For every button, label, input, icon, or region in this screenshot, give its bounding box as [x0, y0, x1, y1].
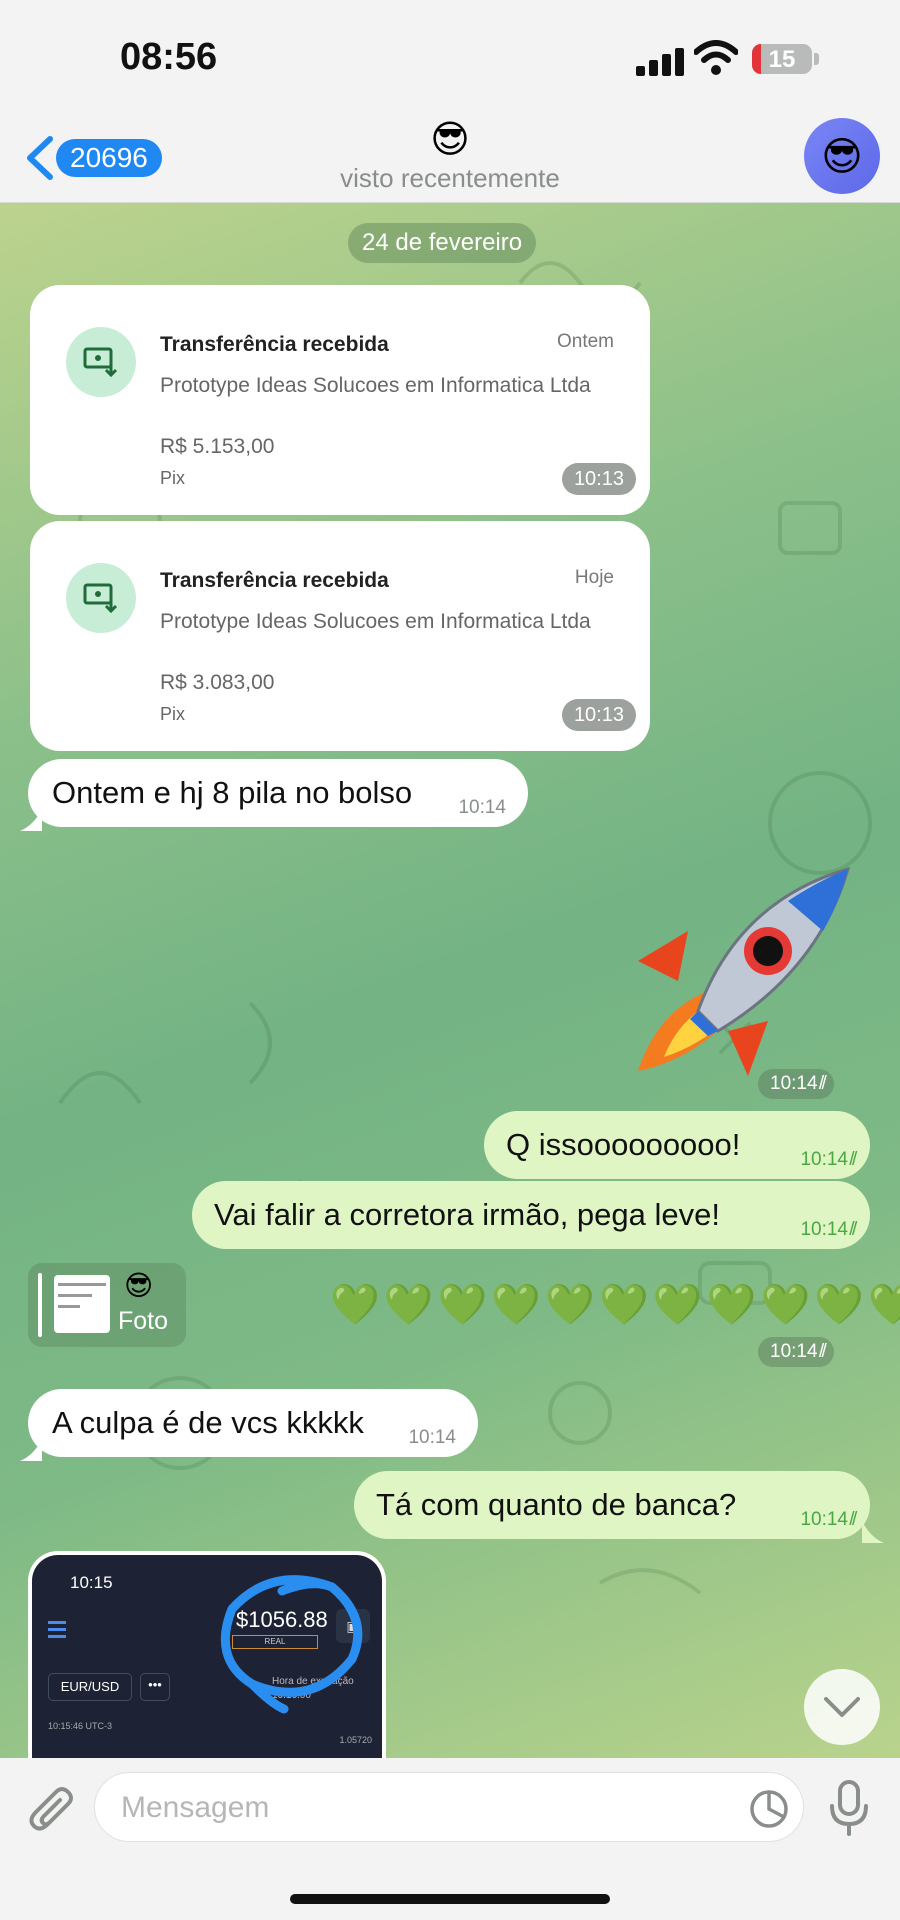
message-time: 10:13 — [561, 699, 636, 731]
money-received-icon — [66, 563, 136, 633]
hamburger-menu-icon — [48, 1621, 66, 1642]
message-text: Tá com quanto de banca? — [376, 1487, 737, 1522]
card-title: Transferência recebida — [160, 569, 389, 592]
outgoing-message[interactable]: Q issooooooooo! 10:14// — [484, 1111, 870, 1179]
shot-clock: 10:15:46 UTC-3 — [48, 1721, 113, 1731]
card-date: Ontem — [556, 331, 614, 352]
cellular-signal-icon — [636, 48, 684, 76]
shot-currency-pair: EUR/USD — [48, 1673, 132, 1701]
card-amount: R$ 3.083,00 — [160, 671, 275, 694]
message-text: Ontem e hj 8 pila no bolso — [52, 775, 413, 810]
image-message[interactable]: 10:15 $1056.88 REAL ▣ EUR/USD ••• Hora d… — [28, 1551, 386, 1758]
shot-more: ••• — [140, 1673, 170, 1701]
hearts-time: 10:14// — [758, 1337, 834, 1367]
rocket-sticker[interactable] — [618, 861, 858, 1085]
shot-price: 1.05720 — [339, 1735, 372, 1745]
money-received-icon — [66, 327, 136, 397]
card-description: Prototype Ideas Solucoes em Informatica … — [160, 374, 591, 397]
message-time: 10:14// — [800, 1149, 860, 1170]
card-date: Hoje — [574, 567, 614, 588]
card-amount: R$ 5.153,00 — [160, 435, 275, 458]
hearts-message[interactable]: 💚💚💚💚💚💚💚💚💚💚💚 — [330, 1281, 900, 1328]
message-time: 10:14 — [458, 797, 506, 818]
sticker-icon[interactable] — [749, 1789, 789, 1829]
chevron-down-icon — [824, 1697, 860, 1717]
incoming-message[interactable]: Ontem e hj 8 pila no bolso 10:14 — [28, 759, 528, 827]
message-time: 10:14// — [800, 1509, 860, 1530]
card-description: Prototype Ideas Solucoes em Informatica … — [160, 610, 591, 633]
reply-preview[interactable]: 😎 Foto — [28, 1263, 186, 1347]
message-list[interactable]: 24 de fevereiro Transferência recebida O… — [0, 203, 900, 1758]
composer — [0, 1758, 900, 1920]
message-time: 10:14 — [408, 1427, 456, 1448]
reply-thumbnail — [54, 1275, 110, 1333]
sticker-time: 10:14// — [758, 1069, 834, 1099]
card-title: Transferência recebida — [160, 333, 389, 356]
card-method: Pix — [160, 468, 186, 488]
message-text: Q issooooooooo! — [506, 1127, 741, 1162]
message-text: A culpa é de vcs kkkkk — [52, 1405, 364, 1440]
outgoing-message[interactable]: Tá com quanto de banca? 10:14// — [354, 1471, 870, 1539]
incoming-message[interactable]: A culpa é de vcs kkkkk 10:14 — [28, 1389, 478, 1457]
bubble-tail — [862, 1521, 884, 1543]
wifi-icon — [694, 40, 738, 75]
home-indicator — [290, 1894, 610, 1904]
outgoing-message[interactable]: Vai falir a corretora irmão, pega leve! … — [192, 1181, 870, 1249]
reply-emoji: 😎 — [124, 1270, 154, 1301]
transfer-receipt-card[interactable]: Transferência recebida Hoje Prototype Id… — [30, 521, 650, 751]
reply-bar — [38, 1273, 42, 1337]
reply-label: Foto — [118, 1307, 169, 1335]
message-field[interactable] — [94, 1772, 804, 1842]
chat-header: 20696 😎 visto recentemente 😎 — [0, 115, 900, 203]
chat-title[interactable]: 😎 — [0, 117, 900, 162]
shot-status-time: 10:15 — [70, 1573, 113, 1592]
message-time: 10:14// — [800, 1219, 860, 1240]
card-method: Pix — [160, 704, 186, 724]
last-seen-status: visto recentemente — [340, 163, 560, 193]
paperclip-icon[interactable] — [28, 1784, 76, 1838]
microphone-icon[interactable] — [826, 1778, 872, 1838]
blue-circle-annotation — [220, 1575, 363, 1714]
date-divider: 24 de fevereiro — [348, 223, 537, 263]
battery-icon: 15 — [752, 44, 812, 74]
transfer-receipt-card[interactable]: Transferência recebida Ontem Prototype I… — [30, 285, 650, 515]
message-input[interactable] — [121, 1785, 721, 1831]
status-time: 08:56 — [120, 36, 218, 78]
message-time: 10:13 — [561, 463, 636, 495]
battery-level: 15 — [768, 46, 796, 73]
contact-avatar[interactable]: 😎 — [804, 118, 880, 194]
message-text: Vai falir a corretora irmão, pega leve! — [214, 1197, 720, 1232]
scroll-down-button[interactable] — [804, 1669, 880, 1745]
status-bar: 08:56 15 — [0, 0, 900, 115]
battery-cap — [814, 53, 819, 65]
